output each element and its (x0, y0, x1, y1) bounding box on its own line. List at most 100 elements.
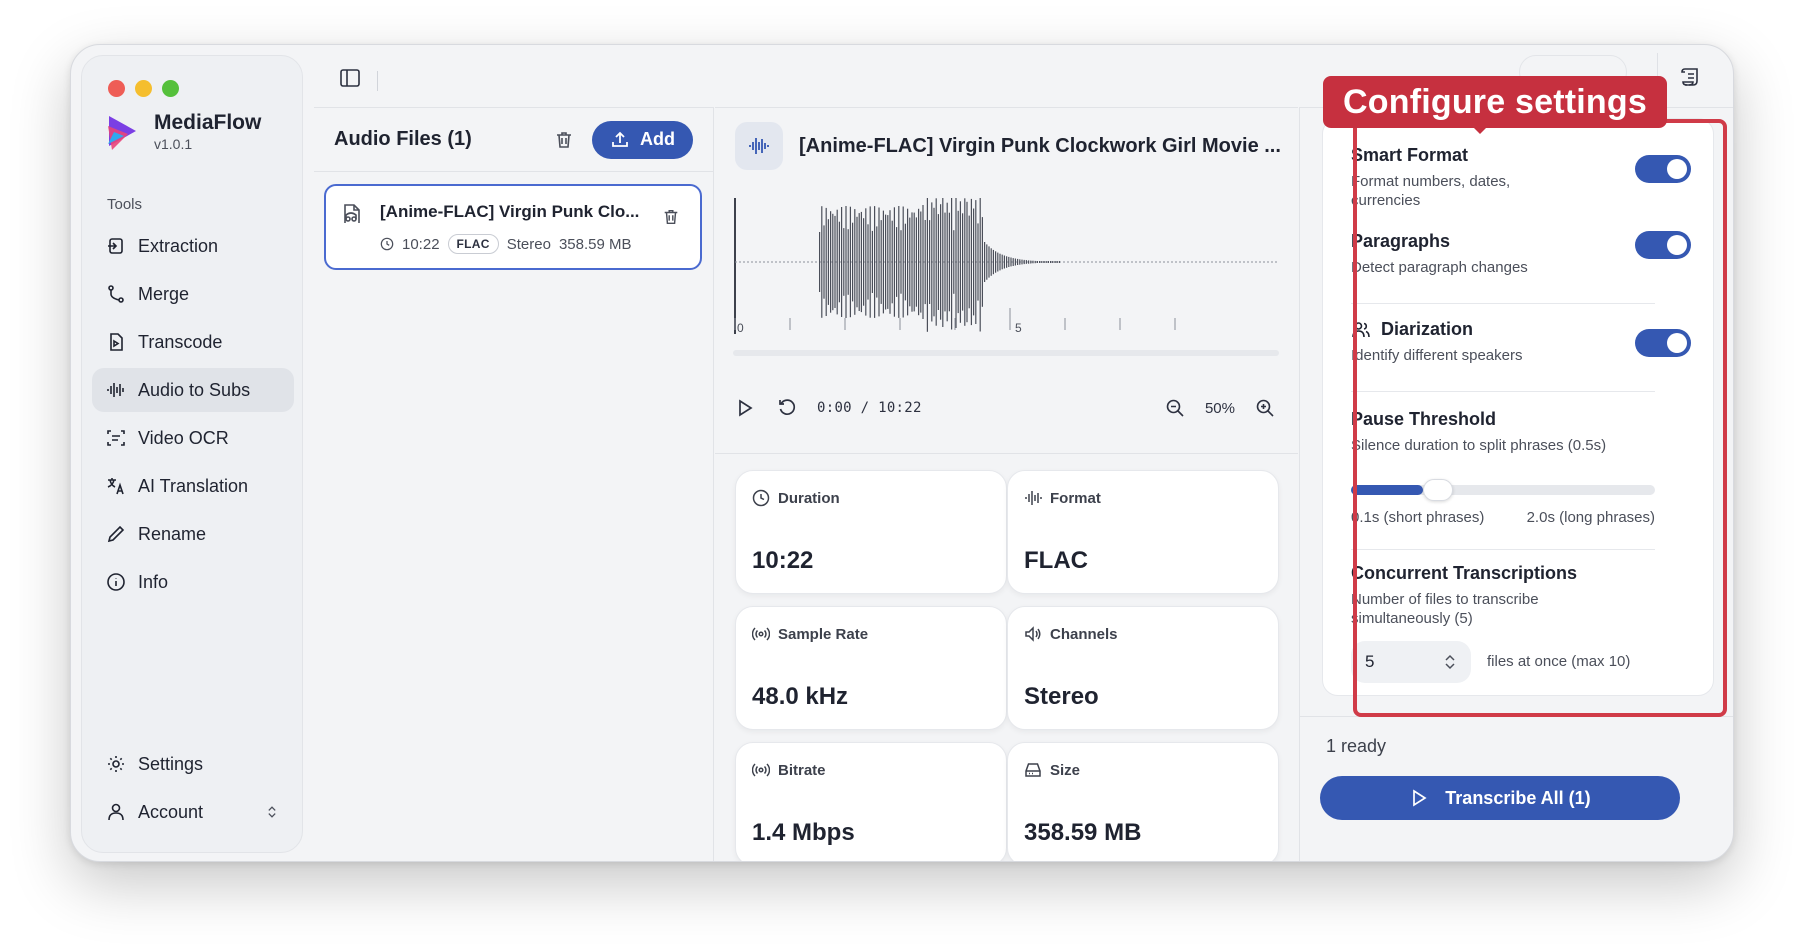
sidebar-item-extraction[interactable]: Extraction (92, 224, 294, 268)
paragraphs-toggle[interactable] (1635, 231, 1691, 259)
scroll-panel-icon[interactable] (1679, 65, 1703, 89)
format-value: FLAC (1024, 547, 1088, 574)
waveform-bar (995, 251, 997, 273)
sidebar-item-settings[interactable]: Settings (92, 742, 294, 786)
sidebar-item-transcode[interactable]: Transcode (92, 320, 294, 364)
minimize-window-button[interactable] (135, 80, 152, 97)
waveform-bar (1008, 256, 1010, 267)
waveform-bar (979, 198, 981, 332)
sidebar-item-label: Info (138, 571, 169, 592)
waveform-bar (847, 229, 849, 295)
setting-description: Number of files to transcribe simultaneo… (1351, 591, 1539, 627)
sidebar-item-rename[interactable]: Rename (92, 512, 294, 556)
sidebar-item-account[interactable]: Account (92, 790, 294, 834)
concurrent-number-input[interactable]: 5 (1351, 641, 1471, 683)
card-label-text: Bitrate (778, 761, 826, 779)
channels-value: Stereo (1024, 683, 1099, 710)
waveform-bar (992, 249, 994, 275)
waveform-bar (990, 248, 992, 276)
card-label-text: Format (1050, 489, 1101, 507)
slider-thumb[interactable] (1423, 479, 1453, 501)
size-card: Size 358.59 MB (1007, 742, 1279, 861)
bitrate-card: Bitrate 1.4 Mbps (735, 742, 1007, 861)
waveform-bar (1030, 260, 1032, 264)
sidebar-item-info[interactable]: Info (92, 560, 294, 604)
tools-nav: Extraction Merge Transcode Audio to Subs… (92, 224, 294, 608)
slider-fill (1351, 485, 1423, 495)
smart-format-toggle[interactable] (1635, 155, 1691, 183)
playback-time: 0:00 / 10:22 (817, 400, 922, 416)
callout-pointer (1470, 124, 1490, 134)
waveform-bar (874, 206, 876, 318)
sidebar-item-ai-translation[interactable]: AI Translation (92, 464, 294, 508)
add-files-button[interactable]: Add (592, 120, 693, 159)
zoom-in-icon[interactable] (1255, 398, 1275, 418)
pause-threshold-slider[interactable] (1351, 479, 1655, 501)
slider-max-label: 2.0s (long phrases) (1526, 509, 1655, 526)
card-label-text: Duration (778, 489, 840, 507)
clear-all-trash-icon[interactable] (554, 130, 574, 150)
waveform-bar (915, 217, 917, 307)
file-meta: 10:22 FLAC Stereo 358.59 MB (380, 234, 632, 254)
sample-rate-value: 48.0 kHz (752, 683, 849, 710)
diarization-toggle[interactable] (1635, 329, 1691, 357)
waveform-bar (907, 208, 909, 316)
waveform-bar (1058, 261, 1060, 263)
waveform-bar (942, 198, 944, 327)
channels-card: Channels Stereo (1007, 606, 1279, 730)
waveform-bar (889, 210, 891, 314)
waveform-bar (964, 198, 966, 326)
file-detail-panel: [Anime-FLAC] Virgin Punk Clockwork Girl … (715, 107, 1298, 861)
waveform-bar (913, 212, 915, 312)
sidebar-item-label: Account (138, 801, 204, 822)
sidebar-item-merge[interactable]: Merge (92, 272, 294, 316)
zoom-out-icon[interactable] (1165, 398, 1185, 418)
footer-divider (1300, 716, 1733, 717)
settings-card: Smart Format Format numbers, dates, curr… (1322, 118, 1714, 696)
transcode-icon (110, 333, 123, 351)
transcribe-all-button[interactable]: Transcribe All (1) (1320, 776, 1680, 820)
waveform-bar (1014, 258, 1016, 266)
waveform-bar (1017, 258, 1019, 265)
close-window-button[interactable] (108, 80, 125, 97)
sidebar-item-video-ocr[interactable]: Video OCR (92, 416, 294, 460)
waveform-bar (935, 198, 937, 326)
waveform-bar (843, 228, 845, 296)
card-label-text: Size (1050, 761, 1081, 779)
sample-rate-card: Sample Rate 48.0 kHz (735, 606, 1007, 730)
slider-min-label: 0.1s (short phrases) (1351, 509, 1485, 526)
sidebar-toggle-icon[interactable] (339, 67, 361, 89)
waveform-bar (1003, 255, 1005, 269)
file-list-item[interactable]: [Anime-FLAC] Virgin Punk Clo... 10:22 FL… (324, 184, 702, 270)
waveform-bar (902, 206, 904, 318)
play-icon[interactable] (735, 398, 755, 418)
merge-icon (108, 285, 124, 303)
card-label: Size (1024, 761, 1080, 779)
add-files-label: Add (640, 129, 675, 149)
restart-icon[interactable] (777, 398, 797, 418)
file-channels: Stereo (506, 235, 551, 253)
waveform-bar (1006, 256, 1008, 268)
chevron-up-down-icon[interactable] (1443, 653, 1457, 671)
app-window: MediaFlow v1.0.1 Tools Extraction Merge … (70, 44, 1734, 862)
card-label: Duration (752, 489, 840, 507)
waveform-bar (880, 220, 882, 304)
sidebar-item-label: Transcode (138, 331, 223, 352)
waveform-bar (1043, 261, 1045, 263)
clock-icon (380, 237, 394, 251)
maximize-window-button[interactable] (162, 80, 179, 97)
waveform-bar (977, 223, 979, 301)
waveform-bar (856, 216, 858, 308)
waveform-bar (1050, 261, 1052, 263)
file-format-badge: FLAC (447, 234, 499, 254)
waveform-bar (849, 206, 851, 318)
waveform-bar (970, 198, 972, 326)
sidebar-item-audio-to-subs[interactable]: Audio to Subs (92, 368, 294, 412)
waveform-bar (841, 207, 843, 317)
waveform-view[interactable]: 0 5 (733, 198, 1279, 358)
waveform-bar (832, 213, 834, 311)
waveform-bar (1025, 260, 1027, 264)
format-card: Format FLAC (1007, 470, 1279, 594)
remove-file-trash-icon[interactable] (662, 208, 680, 226)
waveform-scrollbar[interactable] (733, 350, 1279, 356)
